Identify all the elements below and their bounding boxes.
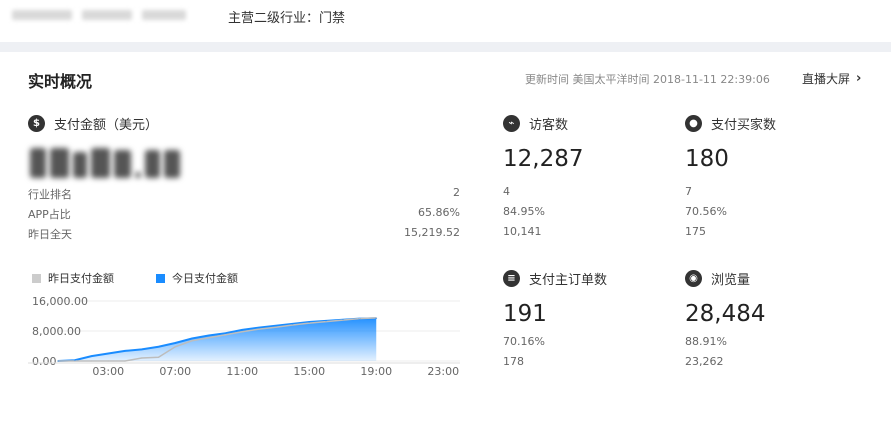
y-tick-label: 0.00 <box>32 355 57 368</box>
today-point <box>124 350 126 352</box>
payment-trend-chart: 16,000.00 8,000.00 0.00 03:00 07:00 11:00 15:0… <box>28 295 460 378</box>
today-point <box>207 334 210 337</box>
footprint-icon: ⌁ <box>503 115 520 132</box>
orders-share: 70.16% <box>503 335 545 348</box>
today-point <box>241 329 244 331</box>
y-tick-label: 16,000.00 <box>32 295 88 308</box>
yesterday-point <box>375 317 377 319</box>
stat-row-app-share: APP占比 65.86% <box>28 206 460 222</box>
yesterday-point <box>124 360 126 362</box>
x-tick-label: 15:00 <box>293 365 325 378</box>
industry-label: 主营二级行业：门禁 <box>228 11 346 26</box>
today-point <box>224 332 227 335</box>
visitors-yesterday: 10,141 <box>503 225 542 238</box>
yesterday-point <box>258 328 260 330</box>
buyers-header: ● 支付买家数 <box>685 114 776 133</box>
today-point <box>107 352 110 355</box>
yesterday-point <box>141 357 143 359</box>
visitors-value: 12,287 <box>503 146 584 172</box>
x-tick-label: 07:00 <box>159 365 191 378</box>
live-screen-link[interactable]: 直播大屏 › <box>802 70 861 87</box>
today-point <box>90 355 93 357</box>
x-tick-label: 11:00 <box>226 365 258 378</box>
section-divider <box>0 42 891 52</box>
realtime-overview-card: 实时概况 更新时间 美国太平洋时间 2018-11-11 22:39:06 直播… <box>0 52 891 427</box>
stat-row-yesterday: 昨日全天 15,219.52 <box>28 226 460 242</box>
stat-label: 行业排名 <box>28 188 72 201</box>
y-tick-label: 8,000.00 <box>32 325 81 338</box>
yesterday-point <box>308 322 310 324</box>
visitors-share: 84.95% <box>503 205 545 218</box>
today-point <box>258 326 260 329</box>
buyers-yesterday: 175 <box>685 225 706 238</box>
yesterday-point <box>90 360 93 362</box>
payment-amount-blurred <box>30 142 180 178</box>
legend-label-yesterday: 昨日支付金额 <box>48 272 114 285</box>
today-point <box>157 345 160 348</box>
store-name-blurred <box>12 8 188 22</box>
buyers-share: 70.56% <box>685 205 727 218</box>
yesterday-point <box>191 340 193 342</box>
orders-header: ≡ 支付主订单数 <box>503 269 607 288</box>
yesterday-point <box>275 326 277 328</box>
update-time: 更新时间 美国太平洋时间 2018-11-11 22:39:06 <box>525 73 770 86</box>
orders-yesterday: 178 <box>503 355 524 368</box>
top-bar: 主营二级行业：门禁 <box>0 0 891 42</box>
yesterday-point <box>224 334 227 336</box>
today-point <box>191 337 193 340</box>
yesterday-point <box>107 360 109 362</box>
yesterday-point <box>208 337 210 339</box>
yesterday-point <box>241 331 243 333</box>
eye-icon: ◉ <box>685 270 702 287</box>
today-point <box>274 324 277 327</box>
legend-yesterday[interactable]: 昨日支付金额 <box>32 270 114 286</box>
visitors-rank: 4 <box>503 185 510 198</box>
visitors-label: 访客数 <box>529 118 569 133</box>
payment-label: 支付金额（美元） <box>54 118 159 133</box>
pageviews-yesterday: 23,262 <box>685 355 724 368</box>
stat-label: 昨日全天 <box>28 228 72 241</box>
order-icon: ≡ <box>503 270 520 287</box>
visitors-header: ⌁ 访客数 <box>503 114 568 133</box>
stat-row-rank: 行业排名 2 <box>28 186 460 202</box>
stat-value: 65.86% <box>418 206 460 219</box>
legend-today[interactable]: 今日支付金额 <box>156 270 238 286</box>
x-tick-label: 23:00 <box>427 365 459 378</box>
pageviews-share: 88.91% <box>685 335 727 348</box>
legend-swatch-yesterday <box>32 273 41 283</box>
pageviews-label: 浏览量 <box>711 273 751 288</box>
live-screen-label: 直播大屏 <box>802 72 851 86</box>
chevron-right-icon: › <box>856 71 862 86</box>
dollar-icon: $ <box>28 115 45 132</box>
payment-header: $ 支付金额（美元） <box>28 114 158 133</box>
yesterday-point <box>358 318 361 320</box>
pageviews-value: 28,484 <box>685 301 766 327</box>
legend-label-today: 今日支付金额 <box>172 272 238 285</box>
buyers-label: 支付买家数 <box>711 118 777 133</box>
yesterday-point <box>74 360 76 362</box>
x-tick-label: 03:00 <box>92 365 124 378</box>
stat-label: APP占比 <box>28 208 71 221</box>
yesterday-point <box>157 356 160 358</box>
pageviews-header: ◉ 浏览量 <box>685 269 750 288</box>
today-point <box>140 348 143 351</box>
x-tick-label: 19:00 <box>360 365 392 378</box>
today-point <box>174 342 177 344</box>
legend-swatch-today <box>156 273 165 283</box>
stat-value: 15,219.52 <box>404 226 460 239</box>
yesterday-point <box>174 346 176 348</box>
yesterday-point <box>291 324 294 326</box>
buyers-rank: 7 <box>685 185 692 198</box>
orders-label: 支付主订单数 <box>529 273 608 288</box>
yesterday-point <box>342 319 344 321</box>
yesterday-point <box>57 360 59 362</box>
yesterday-point <box>325 321 327 323</box>
stat-value: 2 <box>453 186 460 199</box>
buyers-value: 180 <box>685 146 729 172</box>
orders-value: 191 <box>503 301 547 327</box>
users-icon: ● <box>685 115 702 132</box>
panel-title: 实时概况 <box>28 72 93 91</box>
